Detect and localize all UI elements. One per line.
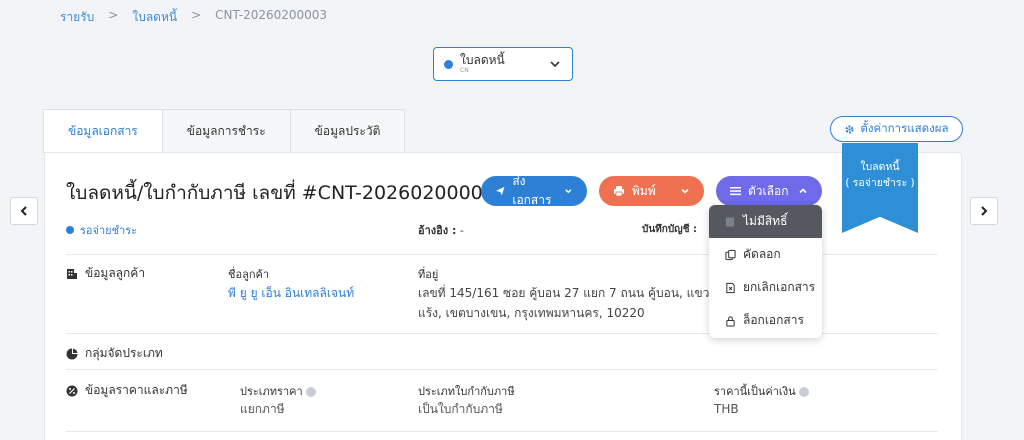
price-type-value: แยกภาษี (240, 402, 285, 416)
menu-item-label: ล็อกเอกสาร (743, 313, 804, 327)
display-settings-button[interactable]: ตั้งค่าการแสดงผล (830, 116, 963, 142)
chevron-left-icon (20, 206, 27, 216)
menu-item-no-permission: ไม่มีสิทธิ์ (709, 205, 822, 238)
chevron-down-icon (681, 188, 689, 194)
breadcrumb-current: CNT-20260200003 (215, 8, 328, 22)
pie-chart-icon (66, 348, 78, 359)
status-text: รอจ่ายชำระ (80, 224, 138, 237)
options-menu: ไม่มีสิทธิ์ คัดลอก ยกเลิกเอกสาร ล็อกเอกส… (709, 205, 822, 338)
edit-icon (725, 216, 735, 227)
ribbon-status: ( รอจ่ายชำระ ) (845, 177, 915, 190)
menu-item-label: ยกเลิกเอกสาร (743, 280, 816, 294)
display-settings-label: ตั้งค่าการแสดงผล (860, 121, 949, 135)
reference: อ้างอิง : - (418, 221, 464, 239)
address-line-1: เลขที่ 145/161 ซอย คู้บอน 27 แยก 7 ถนน ค… (418, 286, 730, 300)
price-tax-section-title: ข้อมูลราคาและภาษี (66, 381, 188, 400)
options-label: ตัวเลือก (748, 183, 789, 198)
tab-document-info[interactable]: ข้อมูลเอกสาร (43, 109, 163, 154)
customer-section-label: ข้อมูลลูกค้า (85, 266, 146, 280)
menu-item-label: ไม่มีสิทธิ์ (743, 214, 788, 228)
next-document-button[interactable] (970, 197, 998, 225)
divider (66, 431, 938, 432)
menu-item-label: คัดลอก (743, 247, 781, 261)
address-line-2: แร้ง, เขตบางเขน, กรุงเทพมหานคร, 10220 (418, 306, 645, 320)
tax-invoice-type-label: ประเภทใบกำกับภาษี (418, 385, 515, 398)
menu-item-cancel-document[interactable]: ยกเลิกเอกสาร (709, 271, 822, 304)
print-label: พิมพ์ (632, 183, 656, 198)
cancel-document-icon (726, 282, 735, 293)
status-dot (66, 226, 74, 234)
category-section-title: กลุ่มจัดประเภท (66, 344, 163, 363)
customer-name-label: ชื่อลูกค้า (228, 268, 270, 281)
divider (66, 369, 938, 370)
breadcrumb-credit-note[interactable]: ใบลดหนี้ (132, 8, 177, 27)
percent-icon (66, 385, 78, 396)
lock-icon (726, 315, 735, 327)
price-type-label: ประเภทราคา (240, 382, 316, 400)
page-title: ใบลดหนี้/ใบกำกับภาษี เลขที่ #CNT-2026020… (66, 182, 495, 204)
help-icon[interactable] (798, 387, 809, 397)
chevron-right-icon (981, 206, 988, 216)
reference-value: - (459, 224, 464, 237)
breadcrumb-separator: > (191, 8, 202, 22)
currency-value: THB (714, 402, 739, 416)
building-icon (67, 268, 77, 279)
help-icon[interactable] (305, 387, 316, 397)
customer-name-link[interactable]: พี ยู ยู เอ็น อินเทลลิเจนท์ (228, 283, 354, 303)
send-icon (495, 186, 505, 196)
status-badge: รอจ่ายชำระ (66, 221, 137, 239)
doc-type-select[interactable]: ใบลดหนี้ CN (433, 47, 573, 81)
address-value: เลขที่ 145/161 ซอย คู้บอน 27 แยก 7 ถนน ค… (418, 283, 730, 323)
chevron-up-icon (799, 188, 807, 194)
gear-icon (845, 124, 854, 134)
breadcrumb-income[interactable]: รายรับ (60, 8, 94, 27)
reference-label: อ้างอิง : (418, 224, 457, 237)
chevron-down-icon (550, 61, 560, 68)
send-document-label: ส่งเอกสาร (512, 174, 552, 207)
currency-label: ราคานี้เป็นค่าเงิน (714, 382, 809, 400)
previous-document-button[interactable] (10, 197, 38, 225)
menu-item-copy[interactable]: คัดลอก (709, 238, 822, 271)
print-button[interactable]: พิมพ์ (599, 176, 704, 206)
doc-type-sub: CN (460, 67, 469, 74)
address-label: ที่อยู่ (418, 268, 439, 281)
breadcrumb: รายรับ > ใบลดหนี้ > CNT-20260200003 (60, 8, 327, 27)
menu-icon (730, 187, 741, 196)
tabs: ข้อมูลเอกสาร ข้อมูลการชำระ ข้อมูลประวัติ (43, 109, 406, 154)
account-label: บันทึกบัญชี : (642, 224, 697, 235)
tab-history-info[interactable]: ข้อมูลประวัติ (289, 109, 406, 153)
copy-icon (725, 249, 736, 260)
chevron-down-icon (565, 189, 572, 194)
category-section-label: กลุ่มจัดประเภท (85, 346, 163, 360)
doc-type-label: ใบลดหนี้ (460, 53, 505, 67)
customer-section-title: ข้อมูลลูกค้า (66, 264, 145, 283)
send-document-button[interactable]: ส่งเอกสาร (481, 174, 587, 207)
breadcrumb-separator: > (108, 8, 119, 22)
menu-item-lock-document[interactable]: ล็อกเอกสาร (709, 304, 822, 337)
tab-payment-info[interactable]: ข้อมูลการชำระ (161, 109, 291, 153)
price-tax-section-label: ข้อมูลราคาและภาษี (85, 383, 188, 397)
options-button[interactable]: ตัวเลือก (716, 176, 822, 206)
status-dot (444, 59, 453, 69)
printer-icon (614, 186, 624, 197)
ribbon-doc-type: ใบลดหนี้ (860, 161, 900, 173)
tax-invoice-type-value: เป็นใบกำกับภาษี (418, 402, 503, 416)
